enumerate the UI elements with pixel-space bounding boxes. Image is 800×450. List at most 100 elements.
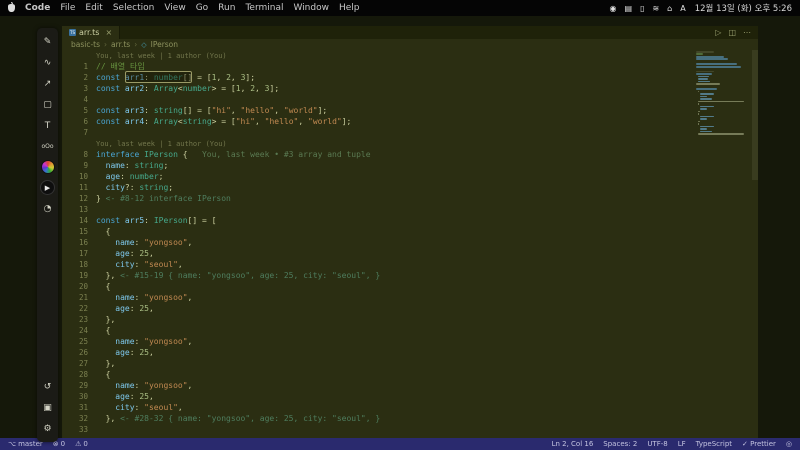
code-line[interactable]: 31 city: "seoul", (62, 402, 758, 413)
encoding[interactable]: UTF-8 (647, 440, 667, 448)
undo-icon[interactable]: ↺ (40, 379, 55, 394)
display-icon[interactable]: ▤ (625, 4, 633, 13)
menu-terminal[interactable]: Terminal (245, 3, 283, 13)
code-line[interactable]: 24 { (62, 325, 758, 336)
line-number[interactable]: 27 (62, 358, 96, 369)
menu-go[interactable]: Go (196, 3, 208, 13)
code-line[interactable]: 32 }, <- #28-32 { name: "yongsoo", age: … (62, 413, 758, 424)
line-number[interactable]: 26 (62, 347, 96, 358)
code-line[interactable]: 25 name: "yongsoo", (62, 336, 758, 347)
menu-file[interactable]: File (60, 3, 75, 13)
line-number[interactable]: 19 (62, 270, 96, 281)
code-line[interactable]: 27 }, (62, 358, 758, 369)
line-number[interactable]: 31 (62, 402, 96, 413)
code-line[interactable]: 30 age: 25, (62, 391, 758, 402)
code-line[interactable]: 20 { (62, 281, 758, 292)
line-number[interactable]: 3 (62, 83, 96, 94)
code-line[interactable]: 13 (62, 204, 758, 215)
timer-icon[interactable]: ◔ (40, 201, 55, 216)
line-number[interactable]: 5 (62, 105, 96, 116)
control-center-icon[interactable]: ⌂ (667, 4, 672, 13)
code-line[interactable]: 23 }, (62, 314, 758, 325)
scrollbar[interactable] (752, 50, 758, 438)
wifi-icon[interactable]: ≋ (652, 4, 659, 13)
line-number[interactable]: 28 (62, 369, 96, 380)
line-number[interactable]: 22 (62, 303, 96, 314)
breadcrumb-item-basic-ts[interactable]: basic-ts (71, 40, 100, 49)
code-line[interactable]: 5 const arr3: string[] = ["hi", "hello", … (62, 105, 758, 116)
color-wheel-icon[interactable] (40, 160, 55, 174)
run-button[interactable]: ▷ (715, 28, 721, 37)
line-number[interactable]: 4 (62, 94, 96, 105)
pointer-size-tool-icon[interactable]: oOo (40, 139, 55, 154)
code-line[interactable]: 4 (62, 94, 758, 105)
code-line[interactable]: 26 age: 25, (62, 347, 758, 358)
language-mode[interactable]: TypeScript (696, 440, 732, 448)
cursor-position[interactable]: Ln 2, Col 16 (552, 440, 594, 448)
code-line[interactable]: 22 age: 25, (62, 303, 758, 314)
warnings-item[interactable]: ⚠ 0 (75, 440, 88, 448)
line-number[interactable]: 16 (62, 237, 96, 248)
line-number[interactable]: 11 (62, 182, 96, 193)
code-line[interactable]: 2 const arr1: number[] = [1, 2, 3]; (62, 71, 758, 83)
code-line[interactable]: 21 name: "yongsoo", (62, 292, 758, 303)
menu-code[interactable]: Code (25, 3, 50, 13)
code-line[interactable]: 15 { (62, 226, 758, 237)
notifications-bell[interactable]: ◎ (786, 440, 792, 448)
code-line[interactable]: 11 city?: string; (62, 182, 758, 193)
record-play-button[interactable]: ▶ (40, 180, 55, 195)
menubar-clock[interactable]: 12월 13일 (화) 오후 5:26 (695, 2, 792, 14)
line-number[interactable]: 7 (62, 127, 96, 138)
code-line[interactable]: 3 const arr2: Array<number> = [1, 2, 3]; (62, 83, 758, 94)
line-number[interactable]: 10 (62, 171, 96, 182)
code-line[interactable]: 6 const arr4: Array<string> = ["hi", "hel… (62, 116, 758, 127)
line-number[interactable]: 6 (62, 116, 96, 127)
eol[interactable]: LF (678, 440, 686, 448)
scrollbar-thumb[interactable] (752, 50, 758, 180)
indentation[interactable]: Spaces: 2 (603, 440, 637, 448)
line-number[interactable]: 17 (62, 248, 96, 259)
codelens-row[interactable]: You, last week | 1 author (You) (62, 50, 758, 61)
code-line[interactable]: 28 { (62, 369, 758, 380)
code-line[interactable]: 10 age: number; (62, 171, 758, 182)
menu-run[interactable]: Run (218, 3, 235, 13)
code-line[interactable]: 8 interface IPerson {You, last week • #3 … (62, 149, 758, 160)
settings-gear-icon[interactable]: ⚙ (40, 421, 55, 436)
code-line[interactable]: 14 const arr5: IPerson[] = [ (62, 215, 758, 226)
arrow-tool-icon[interactable]: ↗ (40, 76, 55, 91)
pen-tool-icon[interactable]: ✎ (40, 34, 55, 49)
line-number[interactable]: 20 (62, 281, 96, 292)
code-line[interactable]: 18 city: "seoul", (62, 259, 758, 270)
menu-edit[interactable]: Edit (85, 3, 102, 13)
code-line[interactable]: 33 (62, 424, 758, 435)
line-number[interactable]: 14 (62, 215, 96, 226)
split-editor-button[interactable]: ◫ (728, 28, 736, 37)
code-line[interactable]: 19 }, <- #15-19 { name: "yongsoo", age: … (62, 270, 758, 281)
code-line[interactable]: 17 age: 25, (62, 248, 758, 259)
more-actions-button[interactable]: ⋯ (743, 28, 751, 37)
battery-icon[interactable]: ▯ (640, 4, 644, 13)
branch-item[interactable]: ⌥ master (8, 440, 43, 448)
breadcrumb-item-arr-ts[interactable]: arr.ts (111, 40, 130, 49)
editor[interactable]: You, last week | 1 author (You) 1// 배열 타입… (62, 50, 758, 438)
code-line[interactable]: 29 name: "yongsoo", (62, 380, 758, 391)
line-number[interactable]: 30 (62, 391, 96, 402)
input-source-icon[interactable]: A (680, 4, 685, 13)
line-number[interactable]: 15 (62, 226, 96, 237)
line-number[interactable]: 23 (62, 314, 96, 325)
line-number[interactable]: 9 (62, 160, 96, 171)
line-number[interactable]: 8 (62, 149, 96, 160)
codelens-label[interactable]: You, last week | 1 author (You) (96, 140, 227, 148)
menu-view[interactable]: View (164, 3, 185, 13)
rectangle-tool-icon[interactable]: ▢ (40, 97, 55, 112)
screen-record-icon[interactable]: ◉ (610, 4, 617, 13)
minimap[interactable] (696, 51, 750, 138)
line-number[interactable]: 18 (62, 259, 96, 270)
line-number[interactable]: 21 (62, 292, 96, 303)
code-line[interactable]: 12} <- #8-12 interface IPerson (62, 193, 758, 204)
menu-window[interactable]: Window (293, 3, 329, 13)
code-line[interactable]: 16 name: "yongsoo", (62, 237, 758, 248)
line-number[interactable]: 25 (62, 336, 96, 347)
line-number[interactable]: 12 (62, 193, 96, 204)
line-number[interactable]: 13 (62, 204, 96, 215)
